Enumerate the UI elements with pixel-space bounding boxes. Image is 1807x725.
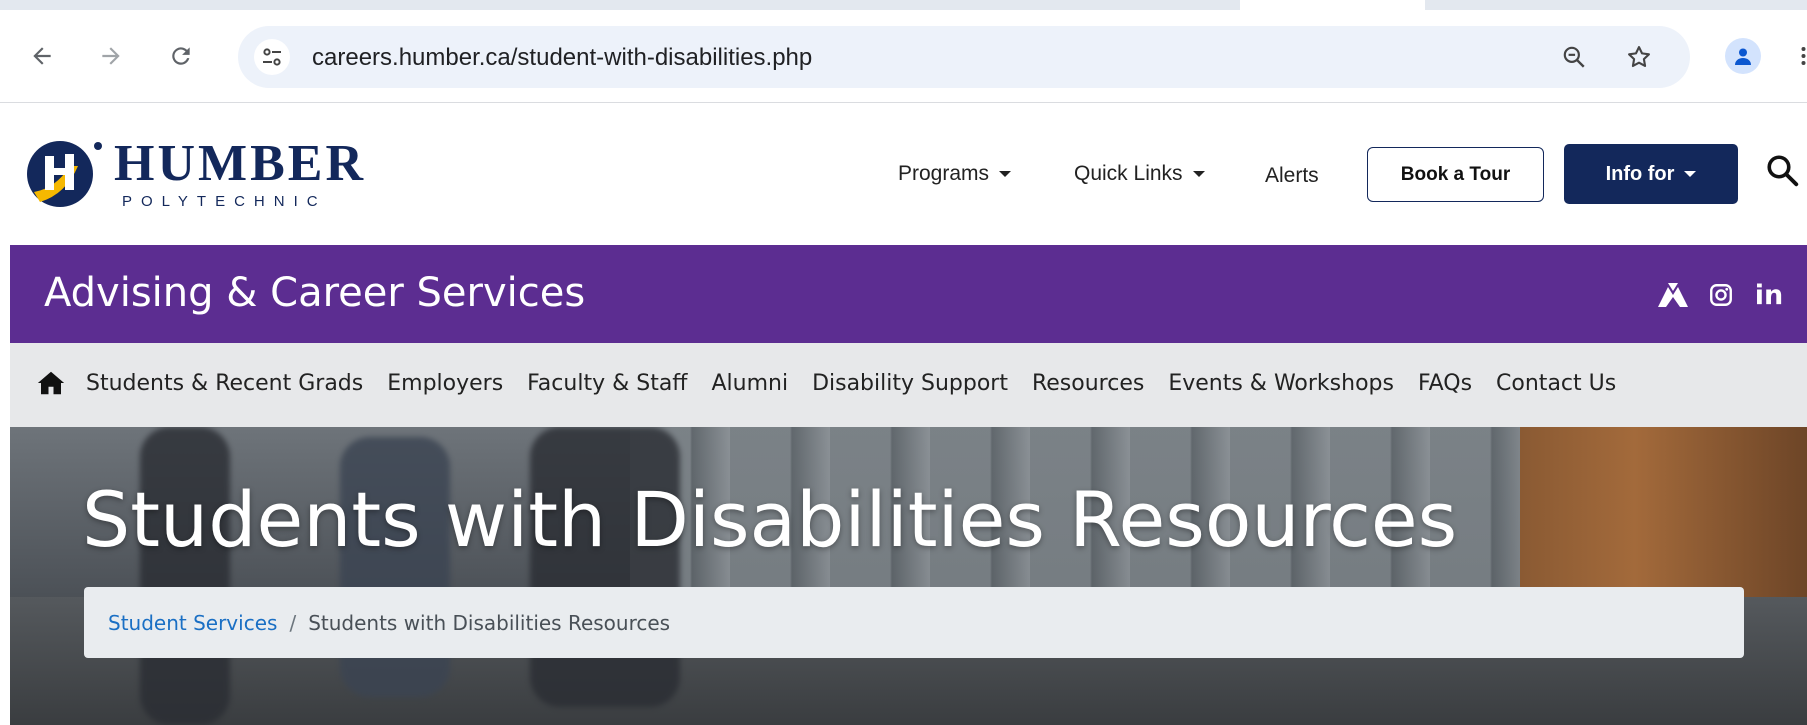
breadcrumb-current: Students with Disabilities Resources: [308, 610, 671, 635]
book-tour-button[interactable]: Book a Tour: [1367, 147, 1544, 202]
secondary-nav-items: Students & Recent Grads Employers Facult…: [86, 371, 1616, 396]
arrow-left-icon: [33, 47, 51, 65]
service-banner: Advising & Career Services in: [10, 245, 1807, 343]
star-icon: [1628, 46, 1650, 68]
humber-hawk-link[interactable]: [1656, 279, 1690, 311]
reload-icon: [172, 47, 190, 65]
page-title: Students with Disabilities Resources: [82, 475, 1458, 564]
instagram-icon: [1710, 284, 1732, 306]
subnav-disability-support[interactable]: Disability Support: [812, 371, 1008, 396]
arrow-right-icon: [102, 47, 120, 65]
back-button[interactable]: [24, 38, 60, 74]
site-header: HUMBER POLYTECHNIC Programs Quick Links …: [0, 104, 1807, 245]
subnav-events-workshops[interactable]: Events & Workshops: [1168, 371, 1394, 396]
subnav-faqs[interactable]: FAQs: [1418, 371, 1472, 396]
logo-wordmark: HUMBER: [114, 135, 366, 192]
breadcrumb-link-student-services[interactable]: Student Services: [108, 611, 277, 635]
more-vert-icon: [1801, 47, 1806, 65]
nav-programs[interactable]: Programs: [898, 162, 1012, 186]
subnav-resources[interactable]: Resources: [1032, 371, 1144, 396]
breadcrumb-separator: /: [289, 610, 297, 635]
bookmark-button[interactable]: [1623, 41, 1655, 73]
caret-down-icon: [1192, 171, 1205, 177]
humber-logo[interactable]: HUMBER POLYTECHNIC: [26, 134, 366, 214]
subnav-faculty-staff[interactable]: Faculty & Staff: [527, 371, 687, 396]
nav-alerts[interactable]: Alerts: [1265, 164, 1319, 188]
nav-alerts-label: Alerts: [1265, 164, 1319, 187]
site-info-button[interactable]: [254, 39, 290, 75]
caret-down-icon: [1684, 171, 1697, 177]
nav-programs-label: Programs: [898, 162, 990, 185]
search-icon: [1767, 155, 1799, 187]
tune-icon: [263, 48, 281, 66]
tab-strip-edge: [0, 0, 1807, 10]
service-title[interactable]: Advising & Career Services: [44, 271, 585, 315]
hero-blurred-figure: [140, 427, 230, 725]
hero-banner: Students with Disabilities Resources Stu…: [10, 427, 1807, 725]
browser-toolbar: careers.humber.ca/student-with-disabilit…: [0, 0, 1807, 103]
secondary-nav: Students & Recent Grads Employers Facult…: [10, 343, 1807, 427]
subnav-contact-us[interactable]: Contact Us: [1496, 371, 1616, 396]
nav-quick-links-label: Quick Links: [1074, 162, 1183, 185]
forward-button[interactable]: [93, 38, 129, 74]
linkedin-link[interactable]: in: [1752, 279, 1786, 311]
linkedin-icon: in: [1754, 279, 1784, 311]
hero-blurred-figure: [530, 427, 680, 707]
humber-logo-mark-icon: [27, 141, 102, 207]
info-for-button[interactable]: Info for: [1564, 144, 1738, 204]
home-icon[interactable]: [36, 369, 66, 397]
subnav-students-recent-grads[interactable]: Students & Recent Grads: [86, 371, 363, 396]
humber-hawk-icon: [1658, 283, 1688, 307]
subnav-employers[interactable]: Employers: [387, 371, 503, 396]
nav-quick-links[interactable]: Quick Links: [1074, 162, 1205, 186]
caret-down-icon: [999, 171, 1012, 177]
person-icon: [1735, 48, 1751, 65]
active-tab-edge: [1240, 0, 1425, 10]
zoom-button[interactable]: [1558, 41, 1590, 73]
subnav-alumni[interactable]: Alumni: [711, 371, 788, 396]
url-text[interactable]: careers.humber.ca/student-with-disabilit…: [312, 44, 812, 72]
site-search-button[interactable]: [1762, 148, 1802, 192]
breadcrumb: Student Services / Students with Disabil…: [84, 587, 1744, 658]
zoom-out-icon: [1563, 46, 1585, 68]
instagram-link[interactable]: [1707, 279, 1735, 311]
logo-subtitle: POLYTECHNIC: [122, 193, 327, 210]
browser-menu-button[interactable]: [1800, 46, 1807, 66]
reload-button[interactable]: [163, 38, 199, 74]
info-for-label: Info for: [1605, 162, 1675, 185]
profile-button[interactable]: [1725, 38, 1761, 74]
address-bar[interactable]: careers.humber.ca/student-with-disabilit…: [238, 26, 1690, 88]
